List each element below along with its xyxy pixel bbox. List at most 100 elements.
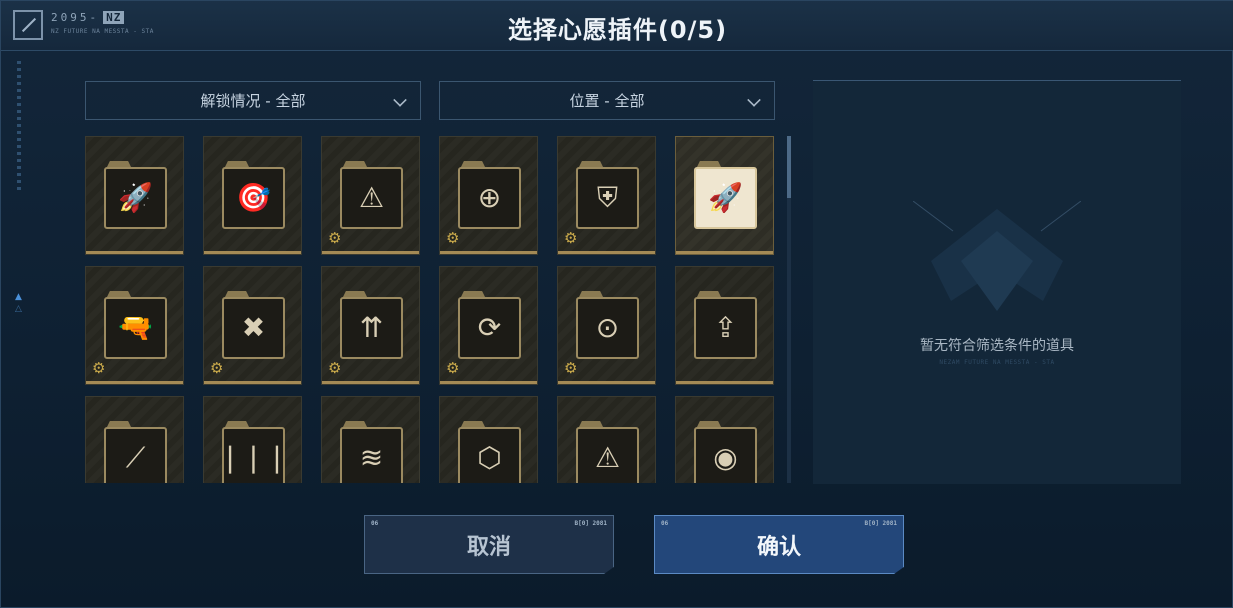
folder-body: 🎯	[222, 167, 285, 229]
preview-panel: 暂无符合筛选条件的道具 NEZAM FUTURE NA MESSTA - STA	[813, 80, 1181, 484]
plugin-card[interactable]: ⚠	[557, 396, 656, 483]
target-up-icon: ⊙	[595, 311, 620, 344]
bullet-reload-icon: ⟳	[477, 311, 502, 344]
plugin-folder: ❘❘❘	[218, 421, 289, 483]
bullet-orbit-icon: ◉	[713, 441, 738, 474]
scroll-up-arrow-icon: ▲	[15, 292, 22, 302]
empty-state-text: 暂无符合筛选条件的道具	[920, 338, 1074, 354]
confirm-button[interactable]: 06 B[0] 2081 确认	[654, 515, 904, 574]
scroll-marker-icon: △	[15, 304, 22, 314]
folder-body: ❘❘❘	[218, 427, 289, 483]
cancel-button[interactable]: 06 B[0] 2081 取消	[364, 515, 614, 574]
button-tag: 06	[371, 520, 379, 527]
folder-body: 🚀	[694, 167, 757, 229]
folder-body: ⇪	[694, 297, 757, 359]
plugin-folder: ⇈	[340, 291, 403, 359]
gear-badge-icon: ⚙	[446, 359, 460, 377]
folder-body: ⬡	[458, 427, 521, 483]
plugin-card[interactable]: ◉	[675, 396, 774, 483]
plugin-folder: ⇪	[694, 291, 757, 359]
position-filter-label: 位置 - 全部	[569, 92, 645, 110]
folder-body: ⟋	[104, 427, 167, 483]
plugin-card[interactable]: ❘❘❘	[203, 396, 302, 483]
dialog-frame: 2095- NZ NZ FUTURE NA MESSTA - STA 选择心愿插件…	[0, 0, 1233, 608]
faction-emblem-icon	[913, 201, 1081, 311]
cancel-button-label: 取消	[466, 534, 511, 560]
folder-body: ⚠	[340, 167, 403, 229]
plugin-card[interactable]: ⇪	[675, 266, 774, 385]
empty-state-subtext: NEZAM FUTURE NA MESSTA - STA	[939, 359, 1055, 366]
plugin-card[interactable]: ⛨ ⚙	[557, 136, 656, 255]
button-tag: 06	[661, 520, 669, 527]
rockets-cycle-icon: 🚀	[118, 181, 153, 214]
gear-badge-icon: ⚙	[564, 229, 578, 247]
plugin-folder: ⬡	[458, 421, 521, 483]
hex-network-icon: ⬡	[477, 441, 502, 474]
plugin-folder: ✖	[222, 291, 285, 359]
gear-badge-icon: ⚙	[328, 229, 342, 247]
crosshair-ammo-icon: ⊕	[477, 181, 502, 214]
plugin-card[interactable]: ⚠ ⚙	[321, 136, 420, 255]
plugin-folder: ⊙	[576, 291, 639, 359]
belt-ammo-icon: ≋	[359, 441, 384, 474]
plugin-folder: ⛨	[576, 161, 639, 229]
shield-cross-icon: ✖	[241, 311, 266, 344]
plugin-card[interactable]: ⬡	[439, 396, 538, 483]
gear-badge-icon: ⚙	[92, 359, 106, 377]
plugin-card[interactable]: 🔫 ⚙	[85, 266, 184, 385]
folder-body: ⇈	[340, 297, 403, 359]
plugin-folder: ⚠	[340, 161, 403, 229]
plugin-grid-scrollbar[interactable]	[787, 136, 791, 483]
folder-body: 🚀	[104, 167, 167, 229]
plugin-folder: ⊕	[458, 161, 521, 229]
plugin-card[interactable]: ⟋	[85, 396, 184, 483]
plugin-card[interactable]: ⊙ ⚙	[557, 266, 656, 385]
chevron-down-icon	[393, 93, 407, 107]
folder-body: 🔫	[104, 297, 167, 359]
button-tag: B[0] 2081	[574, 520, 607, 527]
rockets-diagonal-icon: ⟋	[125, 441, 146, 474]
gear-badge-icon: ⚙	[446, 229, 460, 247]
bullets-up-icon: ⇈	[359, 311, 384, 344]
title-bar: 2095- NZ NZ FUTURE NA MESSTA - STA 选择心愿插件…	[1, 1, 1233, 51]
plugin-folder: ◉	[694, 421, 757, 483]
plugin-grid: 🚀 🎯 ⚠ ⚙ ⊕ ⚙ ⛨ ⚙ 🚀 🔫 ⚙ ✖ ⚙ ⇈ ⚙ ⟳ ⚙ ⊙ ⚙ ⇪ ⟋ ❘❘❘ ≋ ⬡ ⚠ ◉	[85, 136, 785, 483]
folder-body: ⚠	[576, 427, 639, 483]
plugin-folder: 🎯	[222, 161, 285, 229]
plugin-folder: 🔫	[104, 291, 167, 359]
folder-body: ◉	[694, 427, 757, 483]
gear-badge-icon: ⚙	[328, 359, 342, 377]
folder-body: ⊕	[458, 167, 521, 229]
armor-ammo-icon: ⛨	[596, 181, 618, 214]
ammo-warning-icon: ⚠	[358, 181, 385, 214]
plugin-card[interactable]: ⇈ ⚙	[321, 266, 420, 385]
plugin-grid-viewport[interactable]: 🚀 🎯 ⚠ ⚙ ⊕ ⚙ ⛨ ⚙ 🚀 🔫 ⚙ ✖ ⚙ ⇈ ⚙ ⟳ ⚙ ⊙ ⚙ ⇪ ⟋ ❘❘❘ ≋ ⬡ ⚠ ◉	[85, 136, 785, 483]
unlock-filter-label: 解锁情况 - 全部	[200, 92, 306, 110]
plugin-card[interactable]: 🚀	[675, 136, 774, 255]
plugin-card[interactable]: ⟳ ⚙	[439, 266, 538, 385]
plugin-folder: ≋	[340, 421, 403, 483]
plugin-folder: ⚠	[576, 421, 639, 483]
plugin-card[interactable]: ✖ ⚙	[203, 266, 302, 385]
unlock-filter-dropdown[interactable]: 解锁情况 - 全部	[85, 81, 421, 120]
folder-body: ⛨	[576, 167, 639, 229]
folder-body: ✖	[222, 297, 285, 359]
plugin-card[interactable]: ⊕ ⚙	[439, 136, 538, 255]
plugin-folder: 🚀	[694, 161, 757, 229]
plugin-folder: ⟋	[104, 421, 167, 483]
confirm-button-label: 确认	[756, 534, 801, 560]
plugin-card[interactable]: 🎯	[203, 136, 302, 255]
scrollbar-thumb[interactable]	[787, 136, 791, 198]
magazine-up-icon: ⇪	[713, 311, 738, 344]
missiles-icon: 🚀	[708, 181, 743, 214]
plugin-card[interactable]: 🚀	[85, 136, 184, 255]
bullets-cycle-icon: ❘❘❘	[218, 441, 289, 474]
chevron-down-icon	[747, 93, 761, 107]
head-target-ammo-icon: 🎯	[236, 181, 271, 214]
folder-body: ⊙	[576, 297, 639, 359]
gear-badge-icon: ⚙	[210, 359, 224, 377]
button-tag: B[0] 2081	[864, 520, 897, 527]
plugin-card[interactable]: ≋	[321, 396, 420, 483]
folder-body: ⟳	[458, 297, 521, 359]
position-filter-dropdown[interactable]: 位置 - 全部	[439, 81, 775, 120]
